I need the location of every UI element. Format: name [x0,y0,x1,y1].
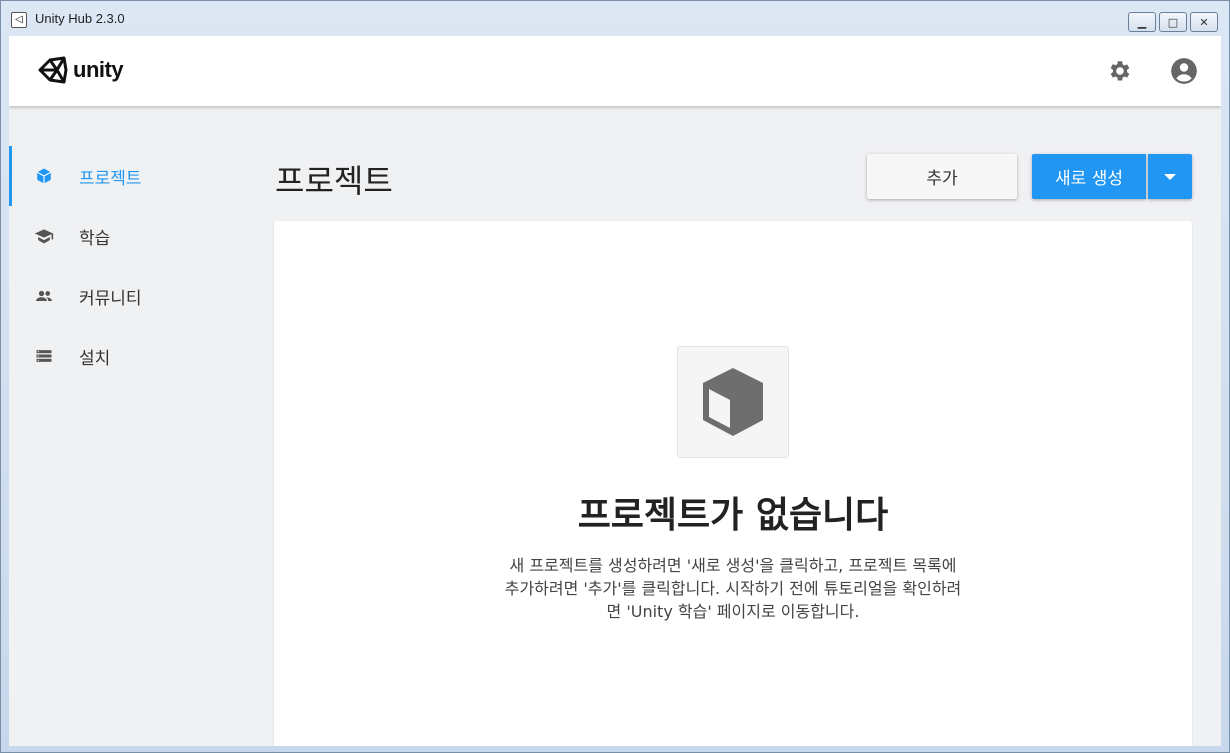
title-bar[interactable]: ◁ Unity Hub 2.3.0 ▁ □ ✕ [1,1,1229,36]
sidebar-item-label: 커뮤니티 [79,288,142,309]
sidebar-item-projects[interactable]: 프로젝트 [9,146,259,206]
top-bar: unity [9,36,1221,106]
empty-state-illustration [677,346,789,458]
unity-app-icon: ◁ [11,12,27,28]
sidebar-item-label: 프로젝트 [79,168,142,189]
empty-state-line: 새 프로젝트를 생성하려면 '새로 생성'을 클릭하고, 프로젝트 목록에 [509,556,957,575]
graduation-cap-icon [34,226,54,246]
empty-state-description: 새 프로젝트를 생성하려면 '새로 생성'을 클릭하고, 프로젝트 목록에 추가… [453,554,1013,623]
indicator [9,206,12,266]
indicator [9,266,12,326]
window-controls: ▁ □ ✕ [1128,12,1218,32]
sidebar-item-learn[interactable]: 학습 [9,206,259,266]
people-icon [34,286,54,306]
window-title: Unity Hub 2.3.0 [35,11,125,26]
sidebar-item-label: 설치 [79,348,111,369]
maximize-button[interactable]: □ [1159,12,1187,32]
new-project-button[interactable]: 새로 생성 [1032,154,1146,199]
indicator [9,326,12,386]
sidebar-item-community[interactable]: 커뮤니티 [9,266,259,326]
page-title: 프로젝트 [275,162,393,200]
account-icon[interactable] [1169,56,1199,86]
sidebar: 프로젝트 학습 커뮤니티 설치 [9,106,259,746]
new-project-dropdown-button[interactable] [1148,154,1192,199]
cube-icon [34,166,54,186]
empty-state-title: 프로젝트가 없습니다 [577,495,889,536]
sidebar-item-installs[interactable]: 설치 [9,326,259,386]
active-indicator [9,146,12,206]
gear-icon[interactable] [1104,56,1134,86]
empty-state-line: 추가하려면 '추가'를 클릭합니다. 시작하기 전에 튜토리얼을 확인하려 [504,579,962,598]
app-window: ◁ Unity Hub 2.3.0 ▁ □ ✕ unity 프로젝트 학습 커뮤… [0,0,1230,753]
cube-icon [703,368,763,436]
app-client-area: unity 프로젝트 학습 커뮤니티 설치 프로젝트 추가 새로 생성 프로젝트… [9,36,1221,746]
sidebar-item-label: 학습 [79,228,111,249]
caret-down-icon [1164,173,1176,180]
close-button[interactable]: ✕ [1190,12,1218,32]
projects-panel: 프로젝트가 없습니다 새 프로젝트를 생성하려면 '새로 생성'을 클릭하고, … [274,221,1192,746]
logo-text: unity [73,57,124,82]
unity-logo-icon [38,56,68,84]
minimize-button[interactable]: ▁ [1128,12,1156,32]
server-list-icon [34,346,54,366]
empty-state-line: 면 'Unity 학습' 페이지로 이동합니다. [606,602,860,621]
unity-logo: unity [37,54,124,86]
add-project-button[interactable]: 추가 [867,154,1017,199]
